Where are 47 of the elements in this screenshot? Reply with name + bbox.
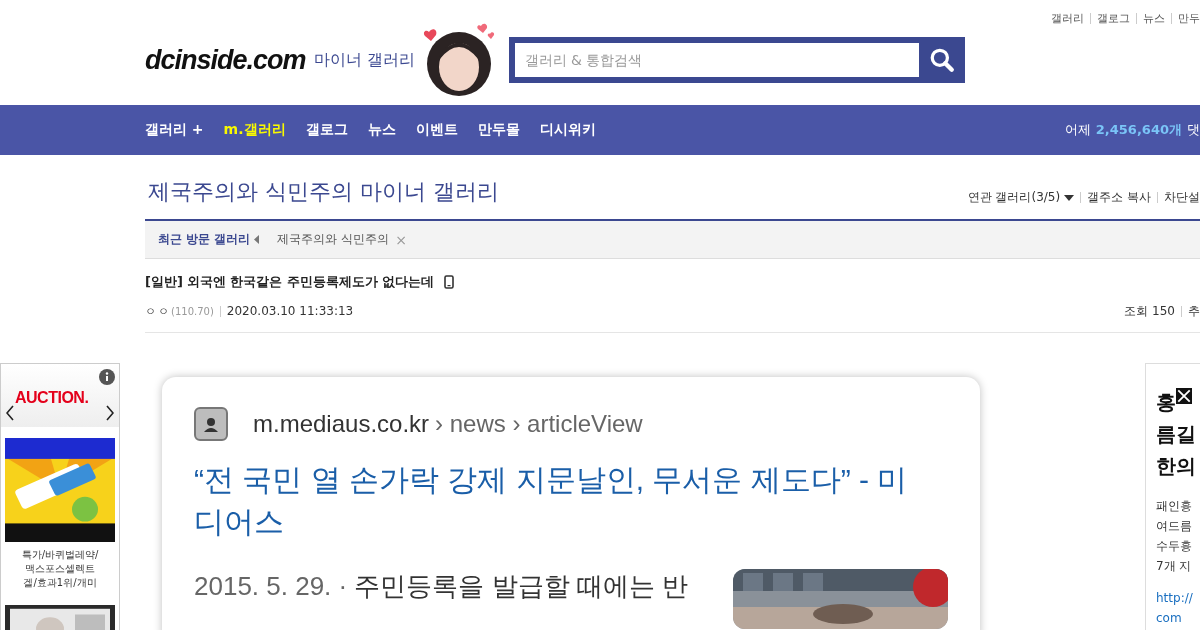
nav-link[interactable]: 갤로그 [305,121,348,139]
result-path: › news › articleView [435,410,643,438]
gallery-title: 제국주의와 식민주의 마이너 갤러리 [148,178,499,206]
gallery-type-label[interactable]: 마이너 갤러리 [313,49,415,71]
top-link[interactable]: 갤러리 [1051,11,1084,26]
post-date: 2020.03.10 11:33:13 [226,304,354,318]
result-title-link[interactable]: “전 국민 열 손가락 강제 지문날인, 무서운 제도다” - 미디어스 [194,459,934,543]
view-count: 조회 150 [1124,302,1175,320]
ad-text-line: 7개 지 [1156,558,1193,575]
ad-caption-line: 특가/바퀴벌레약/ [21,548,99,563]
ad-caption-line: 겔/효과1위/개미 [22,576,98,591]
gallery-link[interactable]: 연관 갤러리(3/5) [967,189,1061,206]
ad-link[interactable]: http:// [1156,588,1200,608]
nav-link[interactable]: m.갤러리 [223,121,286,139]
top-link[interactable]: 갤로그 [1097,11,1130,26]
recommend-count: 추 [1188,302,1200,320]
top-link[interactable]: 뉴스 [1143,11,1165,26]
site-logo[interactable]: dcinside.com [145,44,306,76]
result-site[interactable]: m.mediaus.co.kr [253,410,430,438]
top-link[interactable]: 만두 [1178,11,1200,26]
ad-text-line: 여드름 [1156,518,1193,535]
author-name: ㅇㅇ [145,303,171,319]
nav-link[interactable]: 갤러리 + [145,121,204,139]
recent-gallery-link[interactable]: 제국주의와 식민주의 [277,231,390,248]
ad-logo: AUCTION. [15,389,89,407]
post-title: 외국엔 한국같은 주민등록제도가 없다는데 [186,273,435,291]
ad-link[interactable]: com [1156,608,1200,628]
stats-label: 어제 [1064,121,1091,139]
result-snippet: 2015. 5. 29. · 주민등록을 발급할 때에는 반 [194,570,689,603]
stats-label: 댓 [1187,121,1200,139]
ad-headline-line: 한의 [1156,453,1197,480]
author-ip: (110.70) [171,305,214,317]
ad-headline-line: 홍 [1156,386,1200,418]
nav-link[interactable]: 만두몰 [477,121,520,139]
gallery-link[interactable]: 차단설 [1164,189,1200,206]
recent-label: 최근 방문 갤러리 [158,231,251,248]
ad-text-line: 패인흉 [1156,498,1193,515]
ad-text-line: 수두흉 [1156,538,1193,555]
gallery-link[interactable]: 갤주소 복사 [1087,189,1151,206]
ad-headline-line: 름길 [1156,421,1197,448]
nav-link[interactable]: 뉴스 [367,121,396,139]
nav-link[interactable]: 디시위키 [539,121,596,139]
stats-count: 2,456,640개 [1095,121,1182,139]
search-field[interactable]: 갤러리 & 통합검색 [508,37,965,83]
post-category: [일반] [145,273,183,291]
nav-link[interactable]: 이벤트 [415,121,458,139]
ad-caption-line: 맥스포스셀렉트 [24,562,96,577]
